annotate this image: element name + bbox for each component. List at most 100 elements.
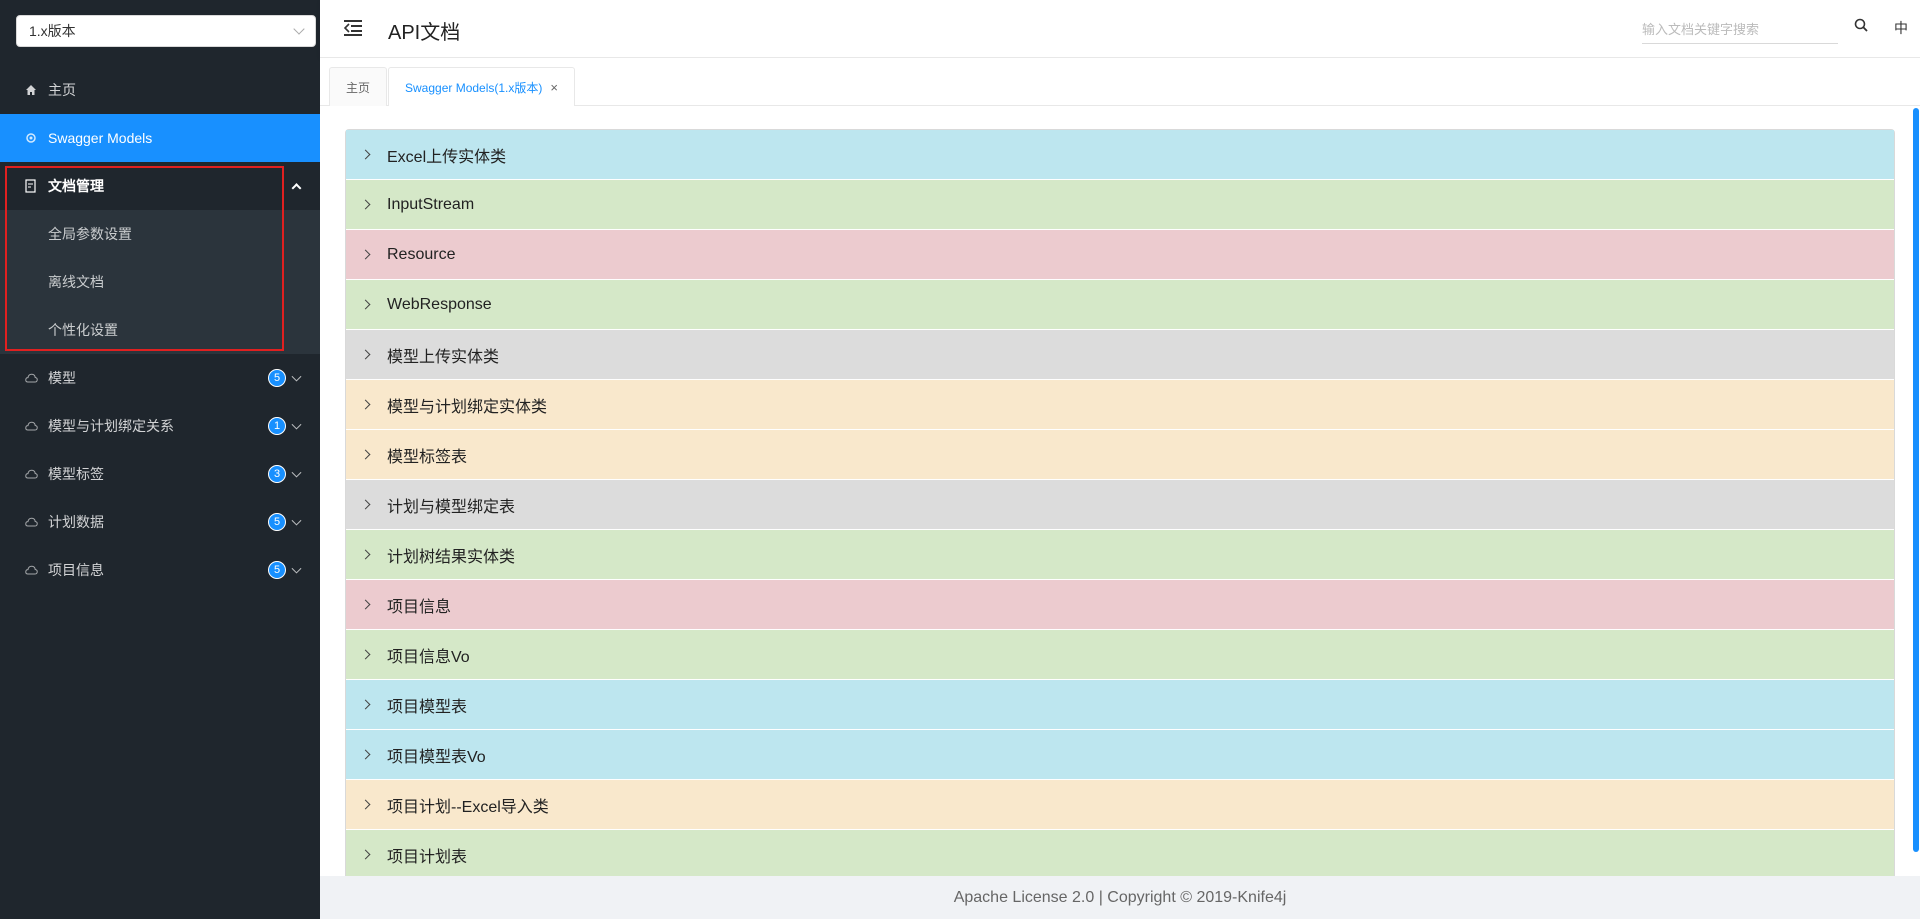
model-row-label: 项目信息 xyxy=(387,598,452,616)
model-row-label: Resource xyxy=(387,245,456,263)
model-row-label: InputStream xyxy=(387,195,475,213)
gear-icon xyxy=(24,131,38,145)
sidebar-group-label: 模型 xyxy=(48,370,76,386)
chevron-right-icon xyxy=(360,449,371,460)
model-row[interactable]: 计划树结果实体类 xyxy=(346,530,1894,580)
model-row[interactable]: WebResponse xyxy=(346,280,1894,330)
model-row[interactable]: 项目模型表 xyxy=(346,680,1894,730)
search-icon[interactable] xyxy=(1854,18,1868,32)
sidebar-group-model-tag[interactable]: 模型标签 3 xyxy=(0,450,320,498)
model-row[interactable]: 计划与模型绑定表 xyxy=(346,480,1894,530)
cloud-icon xyxy=(24,371,38,385)
page-title: API文档 xyxy=(388,22,461,44)
chevron-right-icon xyxy=(360,849,371,860)
chevron-right-icon xyxy=(360,799,371,810)
scrollbar[interactable] xyxy=(1913,108,1919,852)
tab-home[interactable]: 主页 xyxy=(329,67,388,106)
chevron-right-icon xyxy=(360,749,371,760)
model-row-label: 项目模型表 xyxy=(387,698,468,716)
chevron-right-icon xyxy=(360,199,371,210)
models-collapse-panel: Excel上传实体类 InputStream Resource WebResponse… xyxy=(345,129,1895,876)
chevron-right-icon xyxy=(360,499,371,510)
search-input[interactable]: 输入文档关键字搜索 xyxy=(1642,14,1838,44)
menu-fold-icon[interactable] xyxy=(344,20,362,36)
sidebar-group-plan-data[interactable]: 计划数据 5 xyxy=(0,498,320,546)
sidebar-item-label: Swagger Models xyxy=(48,130,153,146)
count-badge: 5 xyxy=(268,561,286,579)
language-switch[interactable]: 中 xyxy=(1894,18,1908,38)
model-row[interactable]: 模型上传实体类 xyxy=(346,330,1894,380)
count-badge: 1 xyxy=(268,417,286,435)
sidebar-item-home[interactable]: 主页 xyxy=(0,66,320,114)
chevron-right-icon xyxy=(360,599,371,610)
submenu-item-offline-docs[interactable]: 离线文档 xyxy=(0,258,320,306)
sidebar-menu: 主页 Swagger Models 文档管理 全局参数设置 离线文档 个性化设置… xyxy=(0,66,320,594)
cloud-icon xyxy=(24,515,38,529)
model-row[interactable]: 项目模型表Vo xyxy=(346,730,1894,780)
model-row[interactable]: 项目信息 xyxy=(346,580,1894,630)
cloud-icon xyxy=(24,467,38,481)
model-row-label: 模型标签表 xyxy=(387,448,468,466)
model-row[interactable]: 模型标签表 xyxy=(346,430,1894,480)
model-row-label: WebResponse xyxy=(387,295,492,313)
model-row-label: 项目信息Vo xyxy=(387,648,470,666)
model-row-label: 计划树结果实体类 xyxy=(387,548,516,566)
tab-label: 主页 xyxy=(346,80,371,95)
sidebar: 1.x版本 主页 Swagger Models 文档管理 全局参数设置 离线文档 xyxy=(0,0,320,919)
model-row-label: 项目计划表 xyxy=(387,848,468,866)
submenu-item-label: 离线文档 xyxy=(48,274,104,290)
document-submenu: 全局参数设置 离线文档 个性化设置 xyxy=(0,210,320,354)
model-row-label: Excel上传实体类 xyxy=(387,148,507,166)
chevron-right-icon xyxy=(360,549,371,560)
count-badge: 5 xyxy=(268,369,286,387)
sidebar-group-project-info[interactable]: 项目信息 5 xyxy=(0,546,320,594)
sidebar-item-swagger-models[interactable]: Swagger Models xyxy=(0,114,320,162)
model-row-label: 项目模型表Vo xyxy=(387,748,486,766)
model-row[interactable]: 项目信息Vo xyxy=(346,630,1894,680)
version-select[interactable]: 1.x版本 xyxy=(16,15,316,47)
model-row[interactable]: 模型与计划绑定实体类 xyxy=(346,380,1894,430)
submenu-item-personal-settings[interactable]: 个性化设置 xyxy=(0,306,320,354)
header: API文档 输入文档关键字搜索 中 xyxy=(320,0,1920,58)
sidebar-group-model[interactable]: 模型 5 xyxy=(0,354,320,402)
chevron-down-icon xyxy=(293,23,305,35)
model-row-label: 模型上传实体类 xyxy=(387,348,500,366)
model-row[interactable]: 项目计划表 xyxy=(346,830,1894,876)
main-content: Excel上传实体类 InputStream Resource WebResponse… xyxy=(320,106,1920,876)
chevron-right-icon xyxy=(360,649,371,660)
submenu-item-label: 个性化设置 xyxy=(48,322,118,338)
tab-label: Swagger Models(1.x版本) xyxy=(405,80,543,95)
count-badge: 5 xyxy=(268,513,286,531)
chevron-right-icon xyxy=(360,149,371,160)
chevron-right-icon xyxy=(360,249,371,260)
sidebar-group-label: 模型标签 xyxy=(48,466,104,482)
model-row-label: 项目计划--Excel导入类 xyxy=(387,798,549,816)
model-row[interactable]: Excel上传实体类 xyxy=(346,130,1894,180)
chevron-right-icon xyxy=(360,699,371,710)
cloud-icon xyxy=(24,419,38,433)
sidebar-item-document-management[interactable]: 文档管理 xyxy=(0,162,320,210)
sidebar-item-label: 主页 xyxy=(48,82,76,98)
submenu-item-global-params[interactable]: 全局参数设置 xyxy=(0,210,320,258)
sidebar-group-label: 模型与计划绑定关系 xyxy=(48,418,174,434)
chevron-right-icon xyxy=(360,299,371,310)
sidebar-group-model-plan-binding[interactable]: 模型与计划绑定关系 1 xyxy=(0,402,320,450)
tab-swagger-models[interactable]: Swagger Models(1.x版本) × xyxy=(388,67,575,106)
chevron-down-icon xyxy=(291,419,302,430)
chevron-down-icon xyxy=(291,371,302,382)
model-row[interactable]: InputStream xyxy=(346,180,1894,230)
model-row-label: 模型与计划绑定实体类 xyxy=(387,398,548,416)
model-row[interactable]: 项目计划--Excel导入类 xyxy=(346,780,1894,830)
document-icon xyxy=(24,179,38,193)
submenu-item-label: 全局参数设置 xyxy=(48,226,132,242)
chevron-right-icon xyxy=(360,349,371,360)
home-icon xyxy=(24,83,38,97)
footer: Apache License 2.0 | Copyright © 2019-Kn… xyxy=(320,876,1920,919)
model-row[interactable]: Resource xyxy=(346,230,1894,280)
chevron-down-icon xyxy=(291,467,302,478)
sidebar-group-label: 项目信息 xyxy=(48,562,104,578)
tabs-bar: 主页 Swagger Models(1.x版本) × xyxy=(320,58,1920,106)
chevron-down-icon xyxy=(291,515,302,526)
sidebar-item-label: 文档管理 xyxy=(48,178,104,194)
close-icon[interactable]: × xyxy=(550,80,558,95)
